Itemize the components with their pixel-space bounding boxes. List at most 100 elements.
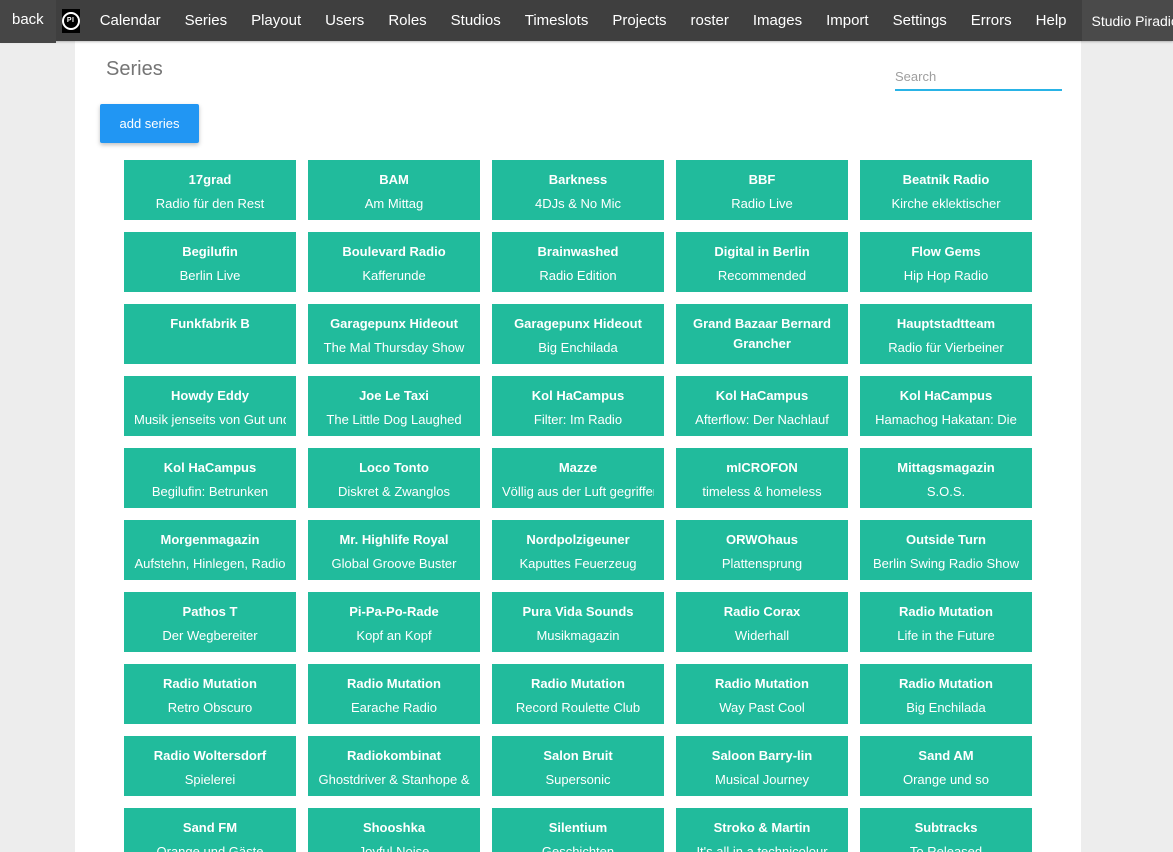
search-field xyxy=(895,63,1062,91)
series-card-subtitle: Supersonic xyxy=(502,770,654,790)
nav-item-errors[interactable]: Errors xyxy=(959,0,1024,41)
series-card[interactable]: SubtracksTo Released xyxy=(860,808,1032,852)
series-card[interactable]: Radio MutationLife in the Future xyxy=(860,592,1032,652)
nav-item-timeslots[interactable]: Timeslots xyxy=(513,0,601,41)
main-nav: CalendarSeriesPlayoutUsersRolesStudiosTi… xyxy=(88,0,1079,41)
series-card[interactable]: Stroko & MartinIt's all in a technicolou… xyxy=(676,808,848,852)
series-card[interactable]: Radio MutationWay Past Cool xyxy=(676,664,848,724)
series-card-title: Shooshka xyxy=(318,818,470,838)
nav-item-calendar[interactable]: Calendar xyxy=(88,0,173,41)
series-card[interactable]: Radio MutationEarache Radio xyxy=(308,664,480,724)
nav-item-images[interactable]: Images xyxy=(741,0,814,41)
series-card[interactable]: Kol HaCampusBegilufin: Betrunken xyxy=(124,448,296,508)
series-card[interactable]: Digital in BerlinRecommended xyxy=(676,232,848,292)
series-card-subtitle: Kaputtes Feuerzeug xyxy=(502,554,654,574)
series-card[interactable]: NordpolzigeunerKaputtes Feuerzeug xyxy=(492,520,664,580)
series-card-subtitle: 4DJs & No Mic xyxy=(502,194,654,214)
series-card-subtitle: Berlin Live xyxy=(134,266,286,286)
series-card[interactable]: ShooshkaJoyful Noise xyxy=(308,808,480,852)
series-card[interactable]: mICROFONtimeless & homeless xyxy=(676,448,848,508)
series-card[interactable]: MittagsmagazinS.O.S. xyxy=(860,448,1032,508)
content-panel: Series add series 17gradRadio für den Re… xyxy=(75,41,1081,852)
series-card[interactable]: Kol HaCampusAfterflow: Der Nachlauf xyxy=(676,376,848,436)
nav-item-playout[interactable]: Playout xyxy=(239,0,313,41)
series-card-subtitle: Diskret & Zwanglos xyxy=(318,482,470,502)
series-card[interactable]: Mr. Highlife RoyalGlobal Groove Buster xyxy=(308,520,480,580)
series-card[interactable]: Radio MutationRecord Roulette Club xyxy=(492,664,664,724)
series-card-subtitle: Am Mittag xyxy=(318,194,470,214)
series-card[interactable]: BBFRadio Live xyxy=(676,160,848,220)
series-card-title: Kol HaCampus xyxy=(502,386,654,406)
series-card[interactable]: RadiokombinatGhostdriver & Stanhope & xyxy=(308,736,480,796)
series-card-subtitle: Big Enchilada xyxy=(502,338,654,358)
series-card-title: Beatnik Radio xyxy=(870,170,1022,190)
series-card[interactable]: SilentiumGeschichten xyxy=(492,808,664,852)
series-card-subtitle: Radio für den Rest xyxy=(134,194,286,214)
series-card[interactable]: Pathos TDer Wegbereiter xyxy=(124,592,296,652)
series-card[interactable]: Boulevard RadioKafferunde xyxy=(308,232,480,292)
series-card[interactable]: Radio CoraxWiderhall xyxy=(676,592,848,652)
nav-item-roles[interactable]: Roles xyxy=(376,0,438,41)
series-card[interactable]: 17grad Radio für den Rest xyxy=(124,160,296,220)
series-card-title: Kol HaCampus xyxy=(134,458,286,478)
nav-item-studios[interactable]: Studios xyxy=(439,0,513,41)
series-card-subtitle: Spielerei xyxy=(134,770,286,790)
series-card-title: Joe Le Taxi xyxy=(318,386,470,406)
series-card-subtitle: Aufstehn, Hinlegen, Radio xyxy=(134,554,286,574)
studio-select[interactable]: Studio Piradio xyxy=(1082,0,1173,41)
series-card[interactable]: Beatnik RadioKirche eklektischer xyxy=(860,160,1032,220)
series-card[interactable]: Kol HaCampusFilter: Im Radio xyxy=(492,376,664,436)
series-card[interactable]: Loco TontoDiskret & Zwanglos xyxy=(308,448,480,508)
series-card-subtitle: Berlin Swing Radio Show xyxy=(870,554,1022,574)
nav-item-series[interactable]: Series xyxy=(173,0,240,41)
nav-item-projects[interactable]: Projects xyxy=(600,0,678,41)
series-card[interactable]: Garagepunx HideoutThe Mal Thursday Show xyxy=(308,304,480,364)
series-card[interactable]: Grand Bazaar Bernard Grancher xyxy=(676,304,848,364)
series-card-subtitle: Musical Journey xyxy=(686,770,838,790)
series-card[interactable]: Radio MutationBig Enchilada xyxy=(860,664,1032,724)
series-card[interactable]: Saloon Barry-lin Musical Journey xyxy=(676,736,848,796)
series-card[interactable]: BrainwashedRadio Edition xyxy=(492,232,664,292)
back-link[interactable]: back xyxy=(0,0,56,43)
nav-item-settings[interactable]: Settings xyxy=(881,0,959,41)
series-card[interactable]: Pura Vida SoundsMusikmagazin xyxy=(492,592,664,652)
series-card-subtitle: Orange und so xyxy=(870,770,1022,790)
nav-item-users[interactable]: Users xyxy=(313,0,376,41)
series-card[interactable]: Howdy EddyMusik jenseits von Gut und xyxy=(124,376,296,436)
nav-item-roster[interactable]: roster xyxy=(679,0,741,41)
series-card-subtitle: Radio für Vierbeiner xyxy=(870,338,1022,358)
series-card[interactable]: ORWOhausPlattensprung xyxy=(676,520,848,580)
nav-item-help[interactable]: Help xyxy=(1024,0,1079,41)
series-card[interactable]: Radio MutationRetro Obscuro xyxy=(124,664,296,724)
series-card-title: Mittagsmagazin xyxy=(870,458,1022,478)
series-card-title: ORWOhaus xyxy=(686,530,838,550)
series-card[interactable]: Sand AMOrange und so xyxy=(860,736,1032,796)
series-card[interactable]: Flow GemsHip Hop Radio xyxy=(860,232,1032,292)
series-card-title: Radio Mutation xyxy=(870,602,1022,622)
series-card-title: Pi-Pa-Po-Rade xyxy=(318,602,470,622)
series-card[interactable]: Kol HaCampusHamachog Hakatan: Die xyxy=(860,376,1032,436)
series-card-title: Outside Turn xyxy=(870,530,1022,550)
series-card[interactable]: MorgenmagazinAufstehn, Hinlegen, Radio xyxy=(124,520,296,580)
series-card[interactable]: Sand FMOrange und Gäste xyxy=(124,808,296,852)
series-card[interactable]: BegilufinBerlin Live xyxy=(124,232,296,292)
series-card[interactable]: Funkfabrik B xyxy=(124,304,296,364)
series-card-title: Saloon Barry-lin xyxy=(686,746,838,766)
series-card[interactable]: Hauptstadtteam Radio für Vierbeiner xyxy=(860,304,1032,364)
series-card[interactable]: Radio WoltersdorfSpielerei xyxy=(124,736,296,796)
series-card[interactable]: Outside Turn Berlin Swing Radio Show xyxy=(860,520,1032,580)
series-card[interactable]: Salon BruitSupersonic xyxy=(492,736,664,796)
search-input[interactable] xyxy=(895,63,1062,91)
series-card[interactable]: Garagepunx HideoutBig Enchilada xyxy=(492,304,664,364)
series-card[interactable]: MazzeVöllig aus der Luft gegriffen xyxy=(492,448,664,508)
add-series-button[interactable]: add series xyxy=(100,104,199,143)
series-card[interactable]: Pi-Pa-Po-RadeKopf an Kopf xyxy=(308,592,480,652)
series-card[interactable]: BAMAm Mittag xyxy=(308,160,480,220)
series-card-title: Hauptstadtteam xyxy=(870,314,1022,334)
series-card-title: 17grad xyxy=(134,170,286,190)
nav-item-import[interactable]: Import xyxy=(814,0,881,41)
series-card[interactable]: Barkness4DJs & No Mic xyxy=(492,160,664,220)
series-card-subtitle: Musik jenseits von Gut und xyxy=(134,410,286,430)
series-card[interactable]: Joe Le TaxiThe Little Dog Laughed xyxy=(308,376,480,436)
piradio-logo-icon[interactable]: PI xyxy=(62,9,80,33)
